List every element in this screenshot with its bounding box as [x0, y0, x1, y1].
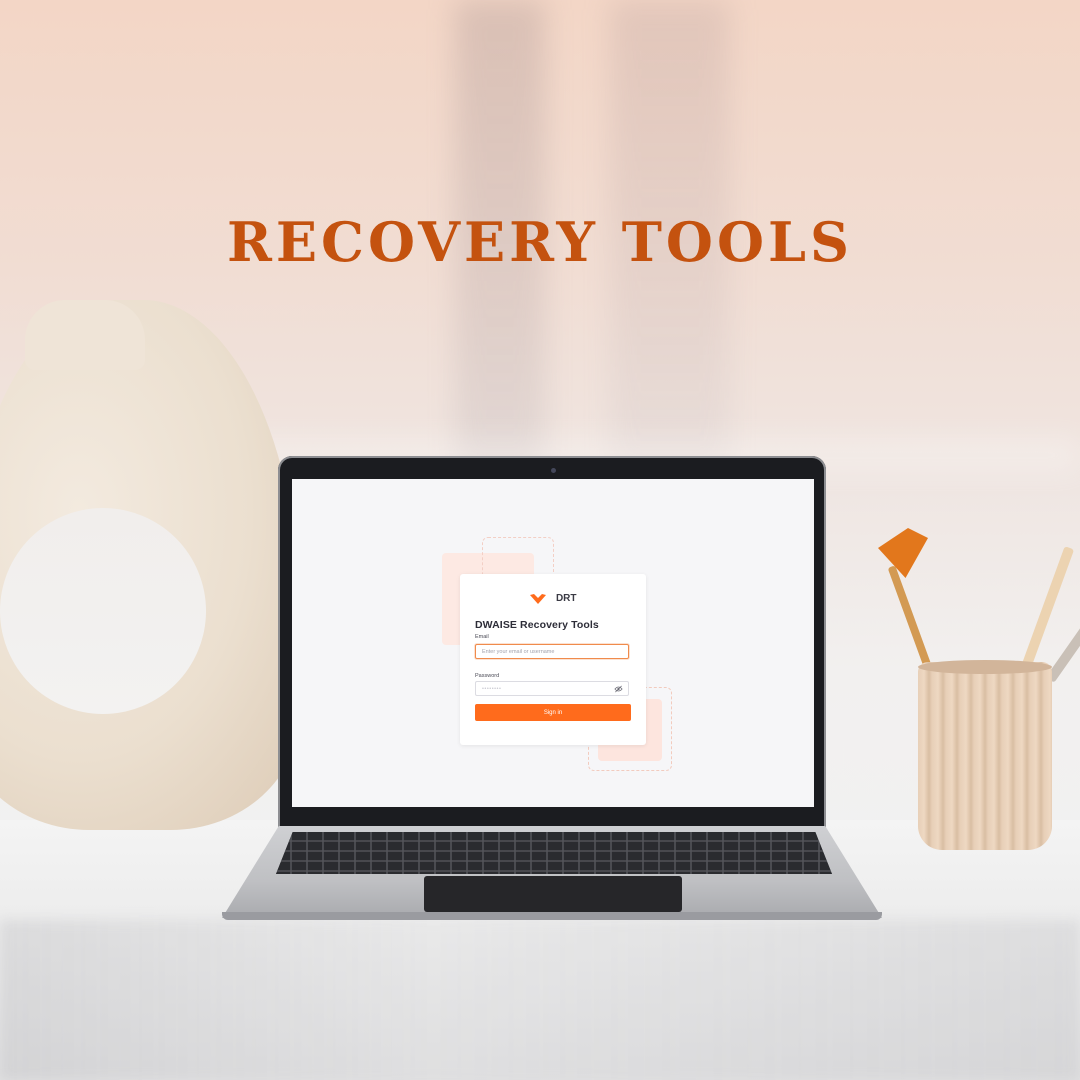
- brand-header: DRT: [460, 590, 646, 608]
- laptop-keyboard: [276, 832, 832, 874]
- laptop-front-edge: [222, 912, 882, 920]
- laptop-trackpad: [424, 876, 682, 912]
- login-card: DRT DWAISE Recovery Tools Email Enter yo…: [460, 574, 646, 745]
- vase-neck: [25, 300, 145, 370]
- pen-pot: [918, 662, 1052, 850]
- desk-shadow: [0, 920, 1080, 1080]
- password-label: Password: [475, 673, 500, 679]
- poster-headline: RECOVERY TOOLS: [227, 210, 853, 274]
- email-label: Email: [475, 634, 489, 640]
- laptop-screen: DRT DWAISE Recovery Tools Email Enter yo…: [292, 479, 814, 807]
- password-value: ••••••••: [482, 686, 502, 692]
- brand-name: DRT: [555, 593, 577, 605]
- eye-off-icon[interactable]: [614, 685, 623, 693]
- vase-hole: [0, 508, 206, 714]
- photo-scene: RECOVERY TOOLS DRT DWAISE Recovery Tools…: [0, 0, 1080, 1080]
- email-placeholder: Enter your email or username: [482, 649, 555, 655]
- chevron-heart-logo-icon: [530, 593, 547, 604]
- sign-in-button[interactable]: Sign in: [475, 704, 631, 721]
- login-title: DWAISE Recovery Tools: [475, 619, 599, 631]
- email-field[interactable]: Enter your email or username: [475, 644, 629, 659]
- paintbrush-bristles: [878, 528, 928, 578]
- password-field[interactable]: ••••••••: [475, 681, 629, 696]
- webcam: [551, 468, 556, 473]
- pen-pot-rim: [918, 660, 1052, 674]
- paintbrush: [887, 565, 933, 672]
